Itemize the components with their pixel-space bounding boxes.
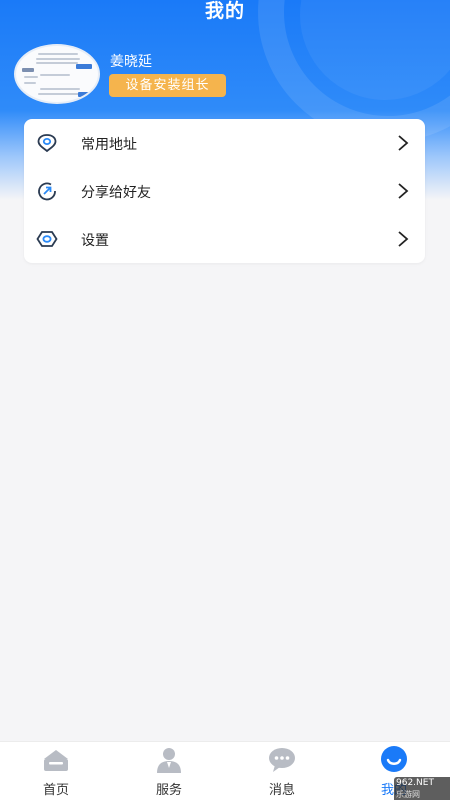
- home-icon: [44, 750, 68, 771]
- role-badge: 设备安装组长: [109, 74, 226, 97]
- tab-label: 消息: [268, 783, 295, 798]
- chevron-right-icon: [398, 135, 409, 151]
- menu-item-label: 设置: [81, 233, 109, 249]
- tab-messages[interactable]: 消息: [226, 742, 338, 800]
- chevron-right-icon: [398, 183, 409, 199]
- watermark: 962.NET 乐游网: [394, 777, 450, 800]
- tab-label: 服务: [155, 783, 182, 798]
- menu-item-label: 常用地址: [81, 137, 137, 153]
- tab-service[interactable]: 服务: [113, 742, 225, 800]
- chevron-right-icon: [398, 231, 409, 247]
- menu-item-share[interactable]: 分享给好友: [24, 167, 425, 215]
- bottom-tab-bar: 首页 服务 消息 我的: [0, 741, 450, 800]
- menu-card: 常用地址 分享给好友 设置: [24, 119, 425, 263]
- menu-item-address[interactable]: 常用地址: [24, 119, 425, 167]
- service-person-icon: [157, 748, 181, 773]
- user-name: 姜晓延: [110, 54, 152, 70]
- location-pin-icon: [37, 134, 57, 153]
- settings-hexagon-icon: [36, 231, 58, 247]
- menu-item-settings[interactable]: 设置: [24, 215, 425, 263]
- menu-item-label: 分享给好友: [81, 185, 151, 201]
- message-bubble-icon: [269, 748, 295, 772]
- share-icon: [38, 182, 56, 201]
- avatar[interactable]: [14, 44, 100, 104]
- watermark-brand: 962.NET: [396, 778, 434, 788]
- page-title: 我的: [204, 0, 245, 22]
- tab-label: 首页: [42, 783, 69, 798]
- profile-smile-icon: [381, 746, 407, 772]
- watermark-sub: 乐游网: [396, 790, 420, 799]
- tab-home[interactable]: 首页: [0, 742, 112, 800]
